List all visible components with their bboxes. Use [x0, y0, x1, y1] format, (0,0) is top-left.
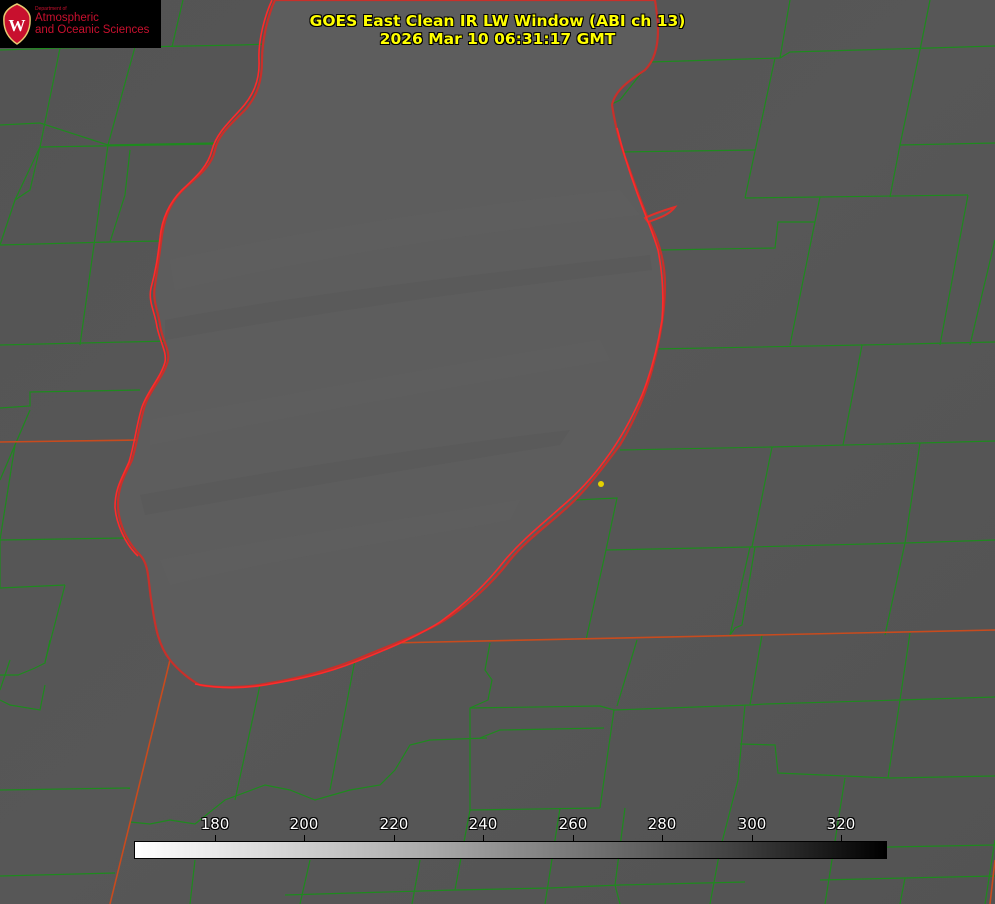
colorbar-tick-label: 320 [826, 815, 856, 833]
colorbar-tick-label: 180 [200, 815, 230, 833]
colorbar-tick [394, 835, 395, 842]
colorbar-tick [662, 835, 663, 842]
uw-aos-logo: W Department of Atmospheric and Oceanic … [0, 0, 161, 48]
svg-text:W: W [9, 16, 26, 35]
university-seal-icon: W [3, 3, 31, 45]
colorbar-tick-label: 220 [379, 815, 409, 833]
colorbar-gradient [134, 841, 887, 859]
colorbar-tick-label: 200 [289, 815, 319, 833]
location-dot-icon [598, 481, 604, 487]
colorbar-tick [573, 835, 574, 842]
colorbar-tick [483, 835, 484, 842]
satellite-image: W Department of Atmospheric and Oceanic … [0, 0, 995, 904]
colorbar-tick [841, 835, 842, 842]
logo-text: Department of Atmospheric and Oceanic Sc… [35, 6, 149, 36]
colorbar-tick-label: 240 [468, 815, 498, 833]
map-canvas [0, 0, 995, 904]
colorbar-tick [215, 835, 216, 842]
colorbar-tick-label: 280 [647, 815, 677, 833]
image-title: GOES East Clean IR LW Window (ABI ch 13) [309, 12, 686, 30]
colorbar-tick-label: 260 [558, 815, 588, 833]
image-timestamp: 2026 Mar 10 06:31:17 GMT [379, 30, 616, 48]
colorbar-tick [752, 835, 753, 842]
logo-line1: Atmospheric [35, 12, 99, 24]
colorbar-tick-label: 300 [737, 815, 767, 833]
colorbar-tick [304, 835, 305, 842]
logo-line2: and Oceanic Sciences [35, 24, 150, 36]
